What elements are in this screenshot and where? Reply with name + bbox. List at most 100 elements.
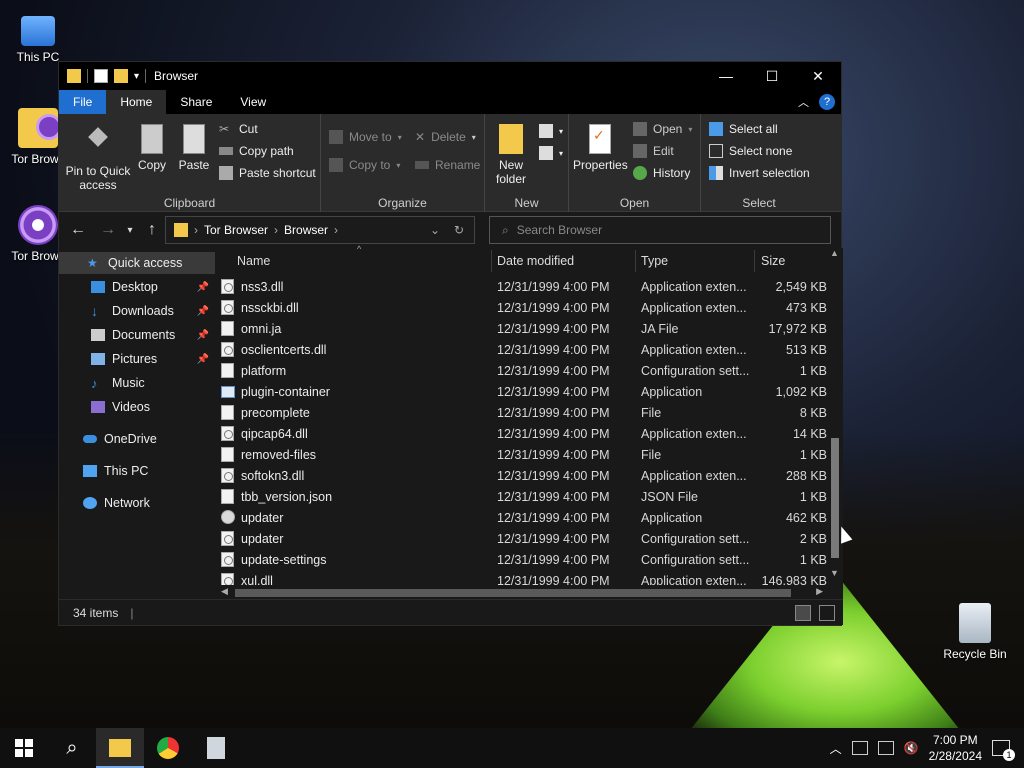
tab-view[interactable]: View: [226, 90, 280, 114]
file-row[interactable]: plugin-container 12/31/1999 4:00 PM Applic…: [217, 381, 827, 402]
forward-arrow-icon[interactable]: →: [97, 221, 119, 239]
show-hidden-icons-chevron-icon[interactable]: ︿: [830, 740, 842, 757]
new-folder-icon[interactable]: [114, 69, 128, 83]
copy-to-button[interactable]: Copy to ▾: [329, 158, 400, 172]
paste-shortcut-button[interactable]: Paste shortcut: [219, 166, 316, 180]
edit-button[interactable]: Edit: [633, 144, 674, 158]
search-button[interactable]: ⌕: [48, 728, 96, 768]
address-bar[interactable]: › Tor Browser › Browser › ⌄ ↻: [165, 216, 475, 244]
settings-file-icon: [221, 531, 234, 546]
vertical-scroll-thumb[interactable]: [831, 438, 839, 558]
recent-locations-chevron-icon[interactable]: ▾: [119, 225, 141, 236]
open-button[interactable]: Open ▾: [633, 122, 692, 136]
file-row[interactable]: platform 12/31/1999 4:00 PM Configuration …: [217, 360, 827, 381]
nav-pictures[interactable]: Pictures 📌: [59, 348, 215, 370]
back-arrow-icon[interactable]: ←: [67, 221, 89, 239]
close-button[interactable]: ✕: [795, 62, 841, 90]
security-icon[interactable]: [851, 741, 868, 755]
history-button[interactable]: History: [633, 166, 690, 180]
tab-home[interactable]: Home: [106, 90, 167, 114]
file-row[interactable]: omni.ja 12/31/1999 4:00 PM JA File 17,972 K…: [217, 318, 827, 339]
scroll-left-icon[interactable]: ◀: [221, 586, 228, 597]
open-group: ✓ Properties Open ▾ Edit History Open: [569, 114, 701, 212]
column-separator[interactable]: [635, 250, 636, 272]
taskbar-file-explorer[interactable]: [96, 728, 144, 768]
horizontal-scroll-thumb[interactable]: [235, 589, 791, 597]
rename-button[interactable]: Rename: [415, 158, 480, 172]
file-row[interactable]: nss3.dll 12/31/1999 4:00 PM Application ex…: [217, 276, 827, 297]
invert-selection-button[interactable]: Invert selection: [709, 166, 810, 180]
volume-muted-icon[interactable]: 🔇: [904, 741, 919, 755]
nav-videos[interactable]: Videos: [59, 396, 215, 418]
taskbar-chrome[interactable]: [144, 728, 192, 768]
action-center-icon[interactable]: 1: [992, 740, 1015, 761]
column-separator[interactable]: [491, 250, 492, 272]
select-all-icon: [709, 122, 723, 136]
taskbar-app[interactable]: [192, 728, 240, 768]
file-row[interactable]: qipcap64.dll 12/31/1999 4:00 PM Applicatio…: [217, 423, 827, 444]
file-row[interactable]: updater 12/31/1999 4:00 PM Configuration s…: [217, 528, 827, 549]
scroll-down-icon[interactable]: ▼: [830, 568, 839, 578]
desktop-icon-this-pc[interactable]: This PC: [0, 10, 76, 64]
nav-documents[interactable]: Documents 📌: [59, 324, 215, 346]
nav-network[interactable]: Network: [59, 492, 215, 514]
file-row[interactable]: update-settings 12/31/1999 4:00 PM Configu…: [217, 549, 827, 570]
column-size[interactable]: Size: [761, 254, 785, 268]
refresh-icon[interactable]: ↻: [454, 223, 464, 237]
details-view-icon[interactable]: [795, 605, 811, 621]
scroll-right-icon[interactable]: ▶: [816, 586, 823, 597]
copy-path-button[interactable]: Copy path: [219, 144, 294, 158]
up-arrow-icon[interactable]: ↑: [141, 221, 163, 239]
properties-button[interactable]: ✓ Properties: [573, 124, 628, 172]
pin-to-quick-access-button[interactable]: Pin to Quick access: [65, 124, 131, 192]
desktop-icon-recycle-bin[interactable]: Recycle Bin: [937, 603, 1013, 661]
new-folder-button[interactable]: New folder: [491, 124, 531, 186]
collapse-ribbon-chevron-icon[interactable]: ︿: [798, 94, 809, 110]
file-date-modified: 12/31/1999 4:00 PM: [497, 468, 610, 483]
move-to-button[interactable]: Move to ▾: [329, 130, 402, 144]
nav-this-pc[interactable]: This PC: [59, 460, 215, 482]
delete-button[interactable]: ✕ Delete ▾: [415, 130, 476, 144]
nav-onedrive[interactable]: OneDrive: [59, 428, 215, 450]
file-type: Configuration sett...: [641, 552, 750, 567]
paste-button[interactable]: Paste: [177, 124, 211, 172]
minimize-button[interactable]: —: [703, 62, 749, 90]
tab-share[interactable]: Share: [166, 90, 226, 114]
file-row[interactable]: removed-files 12/31/1999 4:00 PM File 1 KB: [217, 444, 827, 465]
new-item-button[interactable]: ▾: [539, 124, 563, 138]
file-row[interactable]: softokn3.dll 12/31/1999 4:00 PM Applicatio…: [217, 465, 827, 486]
cut-button[interactable]: ✂ Cut: [219, 122, 258, 136]
clock[interactable]: 7:00 PM 2/28/2024: [929, 732, 982, 764]
column-date-modified[interactable]: Date modified: [497, 254, 574, 268]
maximize-button[interactable]: ☐: [749, 62, 795, 90]
address-history-chevron-icon[interactable]: ⌄: [430, 223, 440, 237]
nav-quick-access[interactable]: ★ Quick access: [59, 252, 215, 274]
file-row[interactable]: tbb_version.json 12/31/1999 4:00 PM JSON F…: [217, 486, 827, 507]
column-separator[interactable]: [754, 250, 755, 272]
start-button[interactable]: [0, 728, 48, 768]
scroll-up-icon[interactable]: ▲: [830, 248, 839, 258]
select-none-button[interactable]: Select none: [709, 144, 792, 158]
file-row[interactable]: osclientcerts.dll 12/31/1999 4:00 PM Appli…: [217, 339, 827, 360]
column-type[interactable]: Type: [641, 254, 668, 268]
breadcrumb-browser[interactable]: Browser: [284, 223, 328, 237]
large-icons-view-icon[interactable]: [819, 605, 835, 621]
tab-file[interactable]: File: [59, 90, 107, 114]
properties-check-icon[interactable]: [94, 69, 108, 83]
file-row[interactable]: updater 12/31/1999 4:00 PM Application 462 …: [217, 507, 827, 528]
search-input[interactable]: ⌕ Search Browser: [489, 216, 831, 244]
scissors-icon: ✂: [219, 122, 230, 136]
file-row[interactable]: precomplete 12/31/1999 4:00 PM File 8 KB: [217, 402, 827, 423]
nav-downloads[interactable]: ↓ Downloads 📌: [59, 300, 215, 322]
column-name[interactable]: Name: [237, 254, 270, 268]
easy-access-button[interactable]: ▾: [539, 146, 563, 160]
select-all-button[interactable]: Select all: [709, 122, 778, 136]
nav-desktop[interactable]: Desktop 📌: [59, 276, 215, 298]
copy-button[interactable]: Copy: [135, 124, 169, 172]
file-row[interactable]: nssckbi.dll 12/31/1999 4:00 PM Application…: [217, 297, 827, 318]
network-icon[interactable]: [877, 741, 894, 755]
breadcrumb-tor-browser[interactable]: Tor Browser: [204, 223, 268, 237]
help-icon[interactable]: ?: [819, 94, 835, 110]
customize-toolbar-chevron-icon[interactable]: ▾: [134, 71, 139, 82]
nav-music[interactable]: ♪ Music: [59, 372, 215, 394]
